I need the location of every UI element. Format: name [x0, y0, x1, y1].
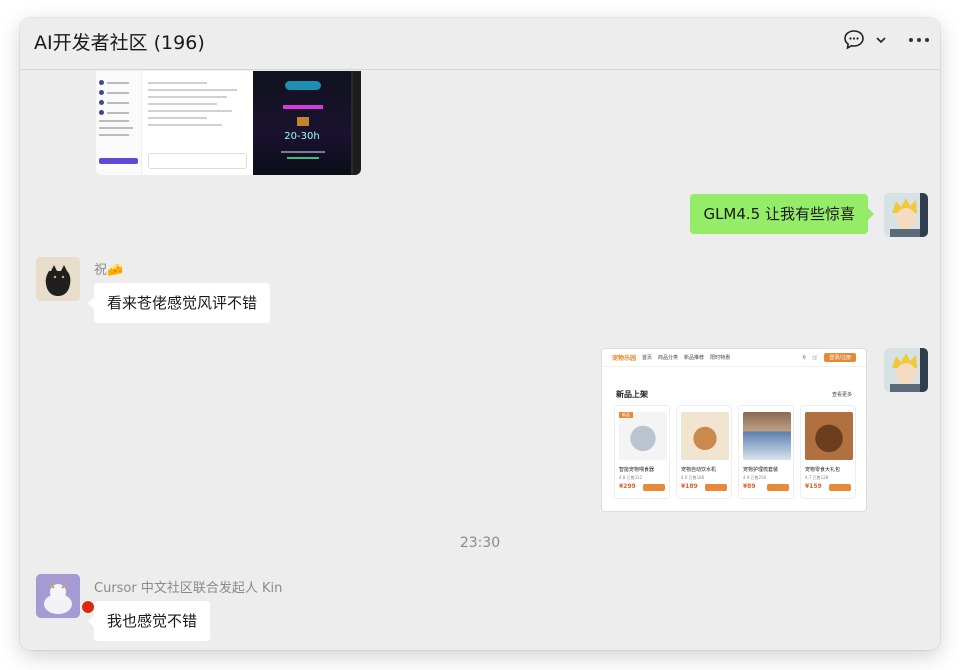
search-icon: ⚲ [802, 354, 807, 361]
product-cards: 新品 智能宠物喂食器 4.8 已售312 ¥299 宠物自动饮水机 4.6 已售… [614, 405, 856, 499]
message-list[interactable]: 20-30h GLM4.5 让我有些惊喜 祝🧀 看来苍佬感觉风评不错 宠物乐园 … [20, 71, 940, 650]
chevron-down-icon[interactable] [874, 26, 888, 54]
thumb-dark-preview: 20-30h [253, 71, 351, 175]
product-card: 宠物护理梳套装 4.9 已售256 ¥89 [738, 405, 794, 499]
avatar[interactable] [36, 574, 80, 618]
cart-icon: 🛒 [812, 354, 819, 361]
image-message-thumbnail[interactable]: 20-30h [96, 71, 361, 175]
time-divider: 23:30 [459, 535, 501, 551]
message-bubble-other[interactable]: 看来苍佬感觉风评不错 [87, 283, 271, 323]
sender-name: 祝🧀 [94, 263, 124, 278]
chat-header: AI开发者社区 (196) [20, 18, 940, 70]
message-bubble-other[interactable]: 我也感觉不错 [87, 601, 211, 641]
chat-window: AI开发者社区 (196) 20-30h GLM4.5 让我有些惊喜 祝🧀 看来… [20, 18, 940, 650]
thumb-sidebar [96, 71, 142, 175]
avatar[interactable] [884, 193, 928, 237]
product-card: 宠物自动饮水机 4.6 已售186 ¥189 [676, 405, 732, 499]
more-dots-icon[interactable] [908, 26, 930, 54]
chat-bubble-icon[interactable] [842, 26, 866, 54]
avatar[interactable] [36, 257, 80, 301]
shot-navbar: 宠物乐园 首页 商品分类 新品推荐 限时特惠 ⚲ 🛒 登录/注册 [602, 349, 866, 367]
avatar[interactable] [884, 348, 928, 392]
image-message-screenshot[interactable]: 宠物乐园 首页 商品分类 新品推荐 限时特惠 ⚲ 🛒 登录/注册 新品上架 查看… [601, 348, 867, 512]
thumb-chat-pane [142, 71, 253, 175]
product-card: 新品 智能宠物喂食器 4.8 已售312 ¥299 [614, 405, 670, 499]
product-card: 宠物零食大礼包 4.7 已售128 ¥159 [800, 405, 856, 499]
chat-title: AI开发者社区 (196) [34, 32, 205, 54]
sender-name: Cursor 中文社区联合发起人 Kin [94, 581, 283, 596]
header-actions [842, 26, 930, 54]
flag-badge-icon [81, 600, 95, 614]
message-bubble-self[interactable]: GLM4.5 让我有些惊喜 [690, 194, 874, 234]
